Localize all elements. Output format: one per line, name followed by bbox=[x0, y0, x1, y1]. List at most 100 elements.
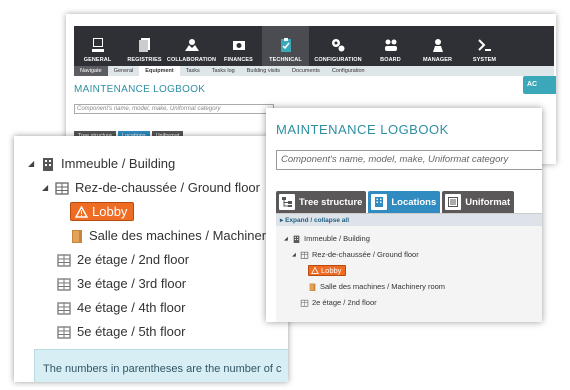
nav-label: BOARD bbox=[380, 57, 401, 63]
tree-node-floor-3[interactable]: 3e étage / 3rd floor bbox=[56, 276, 186, 291]
subnav-equipment[interactable]: Equipment bbox=[139, 66, 180, 76]
terminal-icon bbox=[477, 39, 491, 51]
top-navigation-bar: GENERAL REGISTRIES COLLABORATION FINANCE… bbox=[74, 26, 554, 66]
zoomed-tree-window: ◢ Immeuble / Building ◢ Rez-de-chaussée … bbox=[14, 136, 288, 382]
tree-label: 2e étage / 2nd floor bbox=[77, 252, 190, 267]
clipboard-icon bbox=[280, 38, 291, 52]
nav-collaboration[interactable]: COLLABORATION bbox=[166, 26, 217, 66]
lobby-chip[interactable]: Lobby bbox=[308, 265, 347, 276]
subnav-tasks[interactable]: Tasks bbox=[180, 66, 206, 76]
tab-uniformat[interactable]: Uniformat bbox=[442, 191, 515, 213]
tree-label: Lobby bbox=[321, 266, 342, 275]
building-icon bbox=[371, 194, 388, 210]
tree-label: 3e étage / 3rd floor bbox=[77, 276, 187, 291]
subnav-documents[interactable]: Documents bbox=[286, 66, 326, 76]
tree-node-lobby[interactable]: Lobby bbox=[70, 202, 135, 221]
add-button[interactable]: AC bbox=[523, 76, 556, 94]
tree-node-floor-2[interactable]: 2e étage / 2nd floor bbox=[56, 252, 189, 267]
tree-node-ground-floor[interactable]: ◢ Rez-de-chaussée / Ground floor bbox=[292, 250, 419, 259]
search-input[interactable]: Component's name, model, make, Uniformat… bbox=[74, 104, 274, 114]
nav-finances[interactable]: FINANCES bbox=[215, 26, 262, 66]
nav-technical[interactable]: TECHNICAL bbox=[262, 26, 309, 66]
nav-label: FINANCES bbox=[224, 57, 253, 63]
lobby-chip[interactable]: Lobby bbox=[70, 202, 135, 221]
tab-label: Tree structure bbox=[299, 196, 363, 208]
warning-icon bbox=[75, 205, 88, 218]
tree-node-floor-5[interactable]: 5e étage / 5th floor bbox=[56, 324, 185, 339]
tree-label: Immeuble / Building bbox=[304, 234, 370, 243]
uniformat-icon bbox=[445, 194, 462, 210]
building-icon bbox=[293, 235, 300, 243]
tree-node-building[interactable]: ◢ Immeuble / Building bbox=[28, 156, 175, 171]
collapse-triangle-icon[interactable]: ◢ bbox=[28, 159, 40, 168]
floor-icon bbox=[57, 325, 71, 339]
expand-collapse-all[interactable]: ▸ Expand / collapse all bbox=[276, 214, 542, 226]
gears-icon bbox=[332, 39, 345, 52]
manager-icon bbox=[432, 39, 443, 52]
building-icon bbox=[43, 157, 53, 171]
tab-label: Uniformat bbox=[465, 196, 511, 208]
search-input[interactable]: Component's name, model, make, Uniformat… bbox=[276, 150, 542, 170]
subnav-navigate[interactable]: Navigate bbox=[74, 66, 108, 76]
subnav-tasks-log[interactable]: Tasks log bbox=[206, 66, 241, 76]
floor-icon bbox=[55, 181, 69, 195]
hands-icon bbox=[184, 39, 199, 51]
tree-label: Salle des machines / Machinery room bbox=[89, 228, 288, 243]
nav-label: REGISTRIES bbox=[127, 57, 162, 63]
nav-registries[interactable]: REGISTRIES bbox=[121, 26, 168, 66]
door-icon bbox=[72, 229, 82, 243]
nav-label: TECHNICAL bbox=[269, 57, 302, 63]
tab-tree-structure[interactable]: Tree structure bbox=[276, 191, 367, 213]
tree-label: 4e étage / 4th floor bbox=[77, 300, 186, 315]
tree-node-machinery-room[interactable]: Salle des machines / Machinery room bbox=[308, 282, 445, 291]
sub-navigation: Navigate General Equipment Tasks Tasks l… bbox=[74, 66, 554, 76]
page-title: MAINTENANCE LOGBOOK bbox=[276, 122, 449, 137]
floor-icon bbox=[57, 301, 71, 315]
floor-icon bbox=[57, 277, 71, 291]
nav-label: MANAGER bbox=[422, 57, 453, 63]
subnav-configuration[interactable]: Configuration bbox=[326, 66, 371, 76]
tree-label: Lobby bbox=[92, 204, 128, 219]
tree-label: Rez-de-chaussée / Ground floor bbox=[75, 180, 260, 195]
page-title: MAINTENANCE LOGBOOK bbox=[74, 84, 206, 95]
tree-node-building[interactable]: ◢ Immeuble / Building bbox=[284, 234, 370, 243]
tree-label: Immeuble / Building bbox=[61, 156, 176, 171]
tree-label: 5e étage / 5th floor bbox=[77, 324, 186, 339]
nav-manager[interactable]: MANAGER bbox=[414, 26, 461, 66]
tree-node-machinery-room[interactable]: Salle des machines / Machinery room bbox=[70, 228, 288, 243]
tree-node-floor-2[interactable]: 2e étage / 2nd floor bbox=[300, 298, 377, 307]
floor-icon bbox=[300, 299, 309, 307]
nav-label: GENERAL bbox=[83, 57, 112, 63]
nav-general[interactable]: GENERAL bbox=[74, 26, 121, 66]
nav-system[interactable]: SYSTEM bbox=[461, 26, 508, 66]
nav-label: COLLABORATION bbox=[166, 57, 217, 63]
collapse-triangle-icon[interactable]: ◢ bbox=[284, 236, 292, 242]
collapse-triangle-icon[interactable]: ◢ bbox=[292, 252, 300, 258]
monitor-icon bbox=[91, 38, 104, 52]
info-message: The numbers in parentheses are the numbe… bbox=[34, 349, 288, 382]
tree-node-floor-4[interactable]: 4e étage / 4th floor bbox=[56, 300, 185, 315]
tab-label: Locations bbox=[391, 196, 437, 208]
tree-label: 2e étage / 2nd floor bbox=[312, 298, 377, 307]
view-tabs: Tree structure Locations Uniformat bbox=[276, 191, 515, 213]
documents-icon bbox=[138, 38, 150, 52]
nav-configuration[interactable]: CONFIGURATION bbox=[309, 26, 367, 66]
floor-icon bbox=[300, 251, 309, 259]
front-app-window: MAINTENANCE LOGBOOK Component's name, mo… bbox=[266, 108, 542, 322]
tree-node-ground-floor[interactable]: ◢ Rez-de-chaussée / Ground floor bbox=[42, 180, 260, 195]
tree-node-lobby[interactable]: Lobby bbox=[308, 265, 347, 276]
warning-icon bbox=[311, 267, 319, 274]
subnav-building-visits[interactable]: Building visits bbox=[241, 66, 286, 76]
expand-label: Expand / collapse all bbox=[285, 217, 350, 224]
nav-label: SYSTEM bbox=[472, 57, 497, 63]
floor-icon bbox=[57, 253, 71, 267]
tree-structure-icon bbox=[279, 194, 295, 210]
door-icon bbox=[309, 283, 316, 291]
tree-label: Salle des machines / Machinery room bbox=[320, 282, 446, 291]
people-icon bbox=[384, 39, 397, 51]
tree-label: Rez-de-chaussée / Ground floor bbox=[312, 250, 419, 259]
tab-locations[interactable]: Locations bbox=[368, 191, 441, 213]
nav-board[interactable]: BOARD bbox=[367, 26, 414, 66]
subnav-general[interactable]: General bbox=[108, 66, 140, 76]
collapse-triangle-icon[interactable]: ◢ bbox=[42, 183, 54, 192]
